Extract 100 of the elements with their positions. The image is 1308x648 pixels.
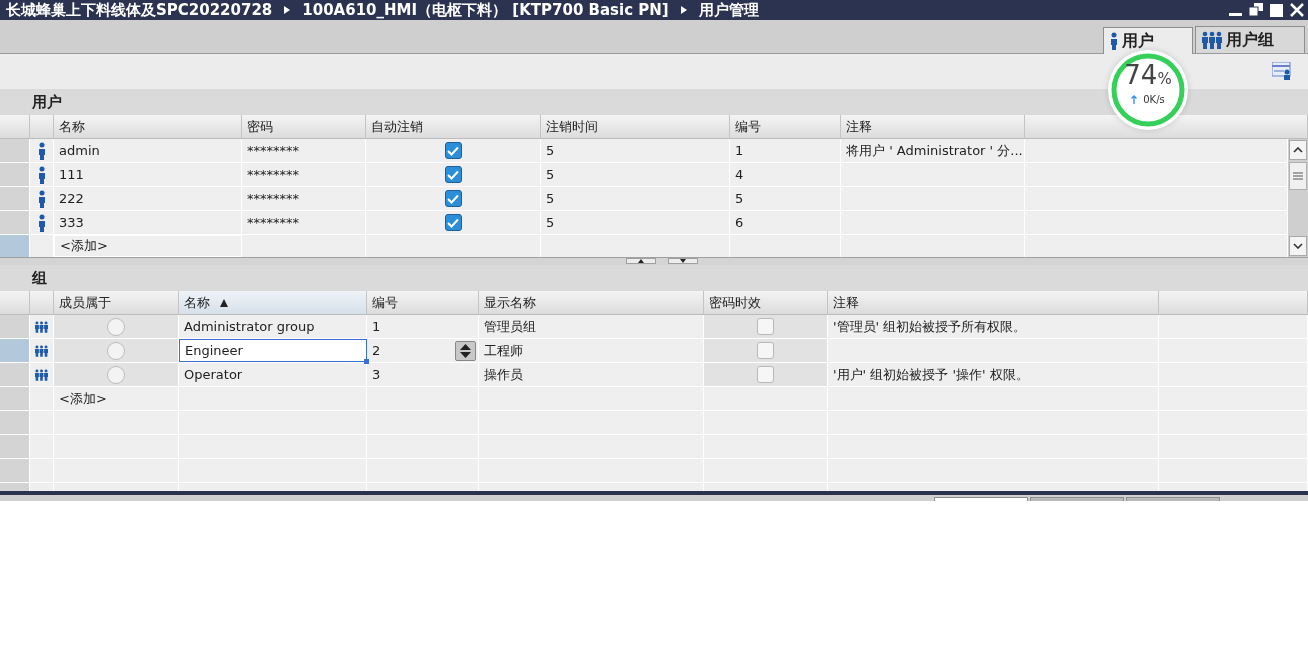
column-header[interactable]: 密码 <box>242 115 366 138</box>
row-header[interactable] <box>0 163 30 186</box>
panel-tab[interactable] <box>1030 497 1124 501</box>
checkbox[interactable] <box>444 142 462 159</box>
check-icon <box>447 217 459 228</box>
table-row[interactable]: 222 ******** 5 5 <box>0 187 1288 211</box>
user-panel-icon[interactable] <box>1272 62 1292 80</box>
column-header[interactable]: 显示名称 <box>479 291 704 314</box>
checkbox[interactable] <box>757 318 774 335</box>
table-cell: ******** <box>242 163 366 186</box>
checkbox[interactable] <box>444 214 462 231</box>
up-down-icon <box>460 343 471 358</box>
scroll-up-button[interactable] <box>1289 140 1307 160</box>
breadcrumb[interactable]: 100A610_HMI（电枢下料） [KTP700 Basic PN] <box>302 2 669 18</box>
tab[interactable]: 用户组 <box>1195 26 1305 53</box>
breadcrumb-arrow-icon <box>680 6 687 14</box>
scrollbar[interactable] <box>1288 139 1308 257</box>
row-header[interactable] <box>0 187 30 210</box>
column-header[interactable]: 注释 <box>828 291 1159 314</box>
radio-button[interactable] <box>107 365 125 384</box>
column-header[interactable]: 注销时间 <box>541 115 730 138</box>
cell-text: 1 <box>372 317 381 336</box>
scroll-thumb[interactable] <box>1289 162 1307 190</box>
check-icon <box>447 145 459 156</box>
chevron-up-icon <box>1293 147 1303 153</box>
table-row[interactable]: admin ******** 5 1 将用户 ' Administrator ' 分... <box>0 139 1288 163</box>
transfer-rate: 0K/s <box>1143 93 1165 107</box>
table-cell: ******** <box>242 139 366 162</box>
row-header[interactable] <box>0 363 30 386</box>
name-input[interactable]: Engineer <box>179 339 367 362</box>
table-row[interactable]: Operator 3 操作员 '用户' 组初始被授予 '操作' 权限。 <box>0 363 1308 387</box>
row-header[interactable] <box>0 211 30 234</box>
table-row[interactable]: Administrator group 1 管理员组 '管理员' 组初始被授予所有权限。 <box>0 315 1308 339</box>
sort-arrow-icon <box>220 298 228 307</box>
table-cell: 5 <box>541 139 730 162</box>
check-icon <box>447 193 459 204</box>
table-row[interactable]: 111 ******** 5 4 <box>0 163 1288 187</box>
table-cell: 1 <box>730 139 841 162</box>
column-header[interactable]: 名称 <box>179 291 367 314</box>
row-header[interactable] <box>0 139 30 162</box>
radio-button[interactable] <box>107 341 125 360</box>
column-header[interactable]: 编号 <box>730 115 841 138</box>
column-header[interactable]: 编号 <box>367 291 479 314</box>
person-icon <box>37 141 46 160</box>
column-header[interactable]: 自动注销 <box>366 115 541 138</box>
collapse-down-button[interactable] <box>668 258 698 264</box>
person-icon <box>37 165 46 184</box>
breadcrumb[interactable]: 长城蜂巢上下料线体及SPC20220728 <box>6 2 273 18</box>
section-title: 组 <box>32 267 47 289</box>
person-icon <box>37 213 46 232</box>
upload-arrow-icon <box>1131 95 1138 104</box>
table-row[interactable]: 333 ******** 5 6 <box>0 211 1288 235</box>
table-cell: Operator <box>179 363 367 386</box>
table-cell: 4 <box>730 163 841 186</box>
table-row[interactable]: Engineer 2 工程师 <box>0 339 1308 363</box>
table-cell: ******** <box>242 187 366 210</box>
panel-tab[interactable] <box>934 497 1028 501</box>
panel-tab[interactable] <box>1126 497 1220 501</box>
checkbox[interactable] <box>444 166 462 183</box>
table-cell: 将用户 ' Administrator ' 分... <box>841 139 1025 162</box>
table-cell: 222 <box>54 187 242 210</box>
group-icon <box>1202 31 1222 49</box>
breadcrumb-arrow-icon <box>284 6 291 14</box>
row-header[interactable] <box>0 235 30 257</box>
checkbox[interactable] <box>444 190 462 207</box>
maximize-icon[interactable] <box>1270 3 1283 17</box>
percent-value: 74 <box>1124 62 1158 88</box>
close-icon[interactable] <box>1290 3 1304 17</box>
row-header[interactable] <box>0 411 30 434</box>
table-cell: 333 <box>54 211 242 234</box>
row-header[interactable] <box>0 435 30 458</box>
table-row[interactable]: <添加> <box>0 235 1288 257</box>
column-header[interactable]: 名称 <box>54 115 242 138</box>
scroll-down-button[interactable] <box>1289 236 1307 256</box>
table-cell: <添加> <box>54 387 179 410</box>
table-cell: '用户' 组初始被授予 '操作' 权限。 <box>828 363 1159 386</box>
table-cell: <添加> <box>54 235 242 257</box>
spin-button[interactable] <box>455 340 476 361</box>
cell-text: 2 <box>372 341 381 360</box>
row-header[interactable] <box>0 459 30 482</box>
percent-unit: % <box>1157 72 1172 87</box>
restore-icon[interactable] <box>1249 3 1263 17</box>
row-header[interactable] <box>0 315 30 338</box>
tab[interactable]: 用户 <box>1103 27 1193 54</box>
breadcrumb[interactable]: 用户管理 <box>698 2 759 18</box>
column-header[interactable]: 注释 <box>841 115 1025 138</box>
collapse-up-button[interactable] <box>626 258 656 264</box>
row-header[interactable] <box>0 339 30 362</box>
table-cell: 111 <box>54 163 242 186</box>
table-cell: 5 <box>541 187 730 210</box>
checkbox[interactable] <box>757 366 774 383</box>
row-header[interactable] <box>0 387 30 410</box>
table-cell: admin <box>54 139 242 162</box>
table-cell: 5 <box>541 163 730 186</box>
radio-button[interactable] <box>107 317 125 336</box>
checkbox[interactable] <box>757 342 774 359</box>
cell-text: 3 <box>372 365 381 384</box>
table-row[interactable]: <添加> <box>0 387 1308 411</box>
section-title: 用户 <box>32 91 62 113</box>
column-header[interactable]: 密码时效 <box>704 291 828 314</box>
